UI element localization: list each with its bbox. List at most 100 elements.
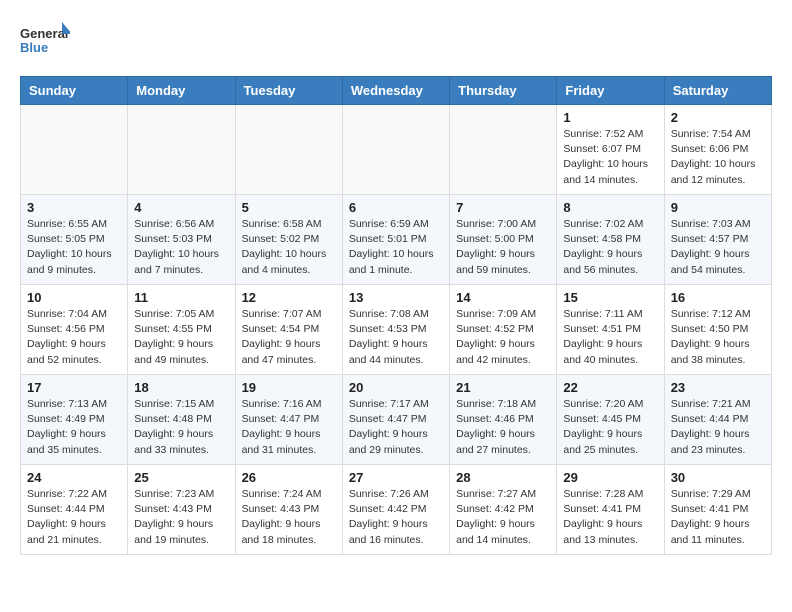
- calendar-cell: 29 Sunrise: 7:28 AM Sunset: 4:41 PM Dayli…: [557, 465, 664, 555]
- calendar-header-thursday: Thursday: [450, 77, 557, 105]
- calendar-header-tuesday: Tuesday: [235, 77, 342, 105]
- calendar-cell: [128, 105, 235, 195]
- day-number: 26: [242, 470, 336, 485]
- calendar-header-row: SundayMondayTuesdayWednesdayThursdayFrid…: [21, 77, 772, 105]
- calendar-cell: 1 Sunrise: 7:52 AM Sunset: 6:07 PM Daylig…: [557, 105, 664, 195]
- day-info: Sunrise: 7:18 AM Sunset: 4:46 PM Dayligh…: [456, 397, 550, 458]
- day-info: Sunrise: 7:02 AM Sunset: 4:58 PM Dayligh…: [563, 217, 657, 278]
- calendar-cell: 19 Sunrise: 7:16 AM Sunset: 4:47 PM Dayli…: [235, 375, 342, 465]
- day-number: 12: [242, 290, 336, 305]
- calendar-cell: 9 Sunrise: 7:03 AM Sunset: 4:57 PM Daylig…: [664, 195, 771, 285]
- calendar-cell: 21Sunrise: 7:18 AM Sunset: 4:46 PM Dayli…: [450, 375, 557, 465]
- calendar-cell: [342, 105, 449, 195]
- calendar-cell: [450, 105, 557, 195]
- calendar-cell: 13 Sunrise: 7:08 AM Sunset: 4:53 PM Dayli…: [342, 285, 449, 375]
- day-number: 18: [134, 380, 228, 395]
- calendar-cell: 8 Sunrise: 7:02 AM Sunset: 4:58 PM Daylig…: [557, 195, 664, 285]
- day-number: 8: [563, 200, 657, 215]
- day-info: Sunrise: 6:56 AM Sunset: 5:03 PM Dayligh…: [134, 217, 228, 278]
- day-number: 13: [349, 290, 443, 305]
- day-info: Sunrise: 7:29 AM Sunset: 4:41 PM Dayligh…: [671, 487, 765, 548]
- day-number: 4: [134, 200, 228, 215]
- calendar-week-row: 24Sunrise: 7:22 AM Sunset: 4:44 PM Dayli…: [21, 465, 772, 555]
- calendar-cell: 6 Sunrise: 6:59 AM Sunset: 5:01 PM Daylig…: [342, 195, 449, 285]
- calendar-cell: 26 Sunrise: 7:24 AM Sunset: 4:43 PM Dayli…: [235, 465, 342, 555]
- day-info: Sunrise: 7:11 AM Sunset: 4:51 PM Dayligh…: [563, 307, 657, 368]
- day-number: 19: [242, 380, 336, 395]
- calendar-week-row: 1 Sunrise: 7:52 AM Sunset: 6:07 PM Daylig…: [21, 105, 772, 195]
- day-number: 5: [242, 200, 336, 215]
- calendar-cell: 27 Sunrise: 7:26 AM Sunset: 4:42 PM Dayli…: [342, 465, 449, 555]
- day-number: 28: [456, 470, 550, 485]
- calendar-week-row: 17 Sunrise: 7:13 AM Sunset: 4:49 PM Dayli…: [21, 375, 772, 465]
- day-info: Sunrise: 7:08 AM Sunset: 4:53 PM Dayligh…: [349, 307, 443, 368]
- day-number: 17: [27, 380, 121, 395]
- calendar-header-friday: Friday: [557, 77, 664, 105]
- day-info: Sunrise: 7:23 AM Sunset: 4:43 PM Dayligh…: [134, 487, 228, 548]
- calendar-header-sunday: Sunday: [21, 77, 128, 105]
- day-info: Sunrise: 7:13 AM Sunset: 4:49 PM Dayligh…: [27, 397, 121, 458]
- calendar-cell: 5 Sunrise: 6:58 AM Sunset: 5:02 PM Daylig…: [235, 195, 342, 285]
- day-number: 14: [456, 290, 550, 305]
- day-number: 29: [563, 470, 657, 485]
- day-number: 30: [671, 470, 765, 485]
- day-info: Sunrise: 7:17 AM Sunset: 4:47 PM Dayligh…: [349, 397, 443, 458]
- calendar-table: SundayMondayTuesdayWednesdayThursdayFrid…: [20, 76, 772, 555]
- day-number: 10: [27, 290, 121, 305]
- day-number: 6: [349, 200, 443, 215]
- calendar-cell: 23 Sunrise: 7:21 AM Sunset: 4:44 PM Dayli…: [664, 375, 771, 465]
- day-number: 22: [563, 380, 657, 395]
- day-info: Sunrise: 7:15 AM Sunset: 4:48 PM Dayligh…: [134, 397, 228, 458]
- day-number: 9: [671, 200, 765, 215]
- calendar-header-wednesday: Wednesday: [342, 77, 449, 105]
- day-number: 24: [27, 470, 121, 485]
- page-header: General Blue: [20, 20, 772, 60]
- day-number: 7: [456, 200, 550, 215]
- calendar-cell: 11Sunrise: 7:05 AM Sunset: 4:55 PM Dayli…: [128, 285, 235, 375]
- calendar-cell: 3Sunrise: 6:55 AM Sunset: 5:05 PM Daylig…: [21, 195, 128, 285]
- day-number: 3: [27, 200, 121, 215]
- day-info: Sunrise: 7:52 AM Sunset: 6:07 PM Dayligh…: [563, 127, 657, 188]
- calendar-cell: 28 Sunrise: 7:27 AM Sunset: 4:42 PM Dayli…: [450, 465, 557, 555]
- calendar-cell: 20 Sunrise: 7:17 AM Sunset: 4:47 PM Dayli…: [342, 375, 449, 465]
- day-number: 25: [134, 470, 228, 485]
- day-info: Sunrise: 7:12 AM Sunset: 4:50 PM Dayligh…: [671, 307, 765, 368]
- day-info: Sunrise: 7:26 AM Sunset: 4:42 PM Dayligh…: [349, 487, 443, 548]
- day-info: Sunrise: 6:59 AM Sunset: 5:01 PM Dayligh…: [349, 217, 443, 278]
- day-info: Sunrise: 7:00 AM Sunset: 5:00 PM Dayligh…: [456, 217, 550, 278]
- calendar-cell: 2Sunrise: 7:54 AM Sunset: 6:06 PM Daylig…: [664, 105, 771, 195]
- calendar-header-monday: Monday: [128, 77, 235, 105]
- calendar-cell: 10 Sunrise: 7:04 AM Sunset: 4:56 PM Dayli…: [21, 285, 128, 375]
- day-info: Sunrise: 7:28 AM Sunset: 4:41 PM Dayligh…: [563, 487, 657, 548]
- day-info: Sunrise: 7:09 AM Sunset: 4:52 PM Dayligh…: [456, 307, 550, 368]
- logo-svg: General Blue: [20, 20, 70, 60]
- day-info: Sunrise: 6:58 AM Sunset: 5:02 PM Dayligh…: [242, 217, 336, 278]
- day-info: Sunrise: 7:21 AM Sunset: 4:44 PM Dayligh…: [671, 397, 765, 458]
- day-number: 20: [349, 380, 443, 395]
- calendar-week-row: 10 Sunrise: 7:04 AM Sunset: 4:56 PM Dayli…: [21, 285, 772, 375]
- calendar-cell: 22 Sunrise: 7:20 AM Sunset: 4:45 PM Dayli…: [557, 375, 664, 465]
- calendar-body: 1 Sunrise: 7:52 AM Sunset: 6:07 PM Daylig…: [21, 105, 772, 555]
- day-number: 23: [671, 380, 765, 395]
- day-info: Sunrise: 7:24 AM Sunset: 4:43 PM Dayligh…: [242, 487, 336, 548]
- day-number: 27: [349, 470, 443, 485]
- calendar-cell: 7 Sunrise: 7:00 AM Sunset: 5:00 PM Daylig…: [450, 195, 557, 285]
- calendar-cell: 17 Sunrise: 7:13 AM Sunset: 4:49 PM Dayli…: [21, 375, 128, 465]
- calendar-cell: [21, 105, 128, 195]
- calendar-cell: 16 Sunrise: 7:12 AM Sunset: 4:50 PM Dayli…: [664, 285, 771, 375]
- day-number: 2: [671, 110, 765, 125]
- logo: General Blue: [20, 20, 70, 60]
- calendar-week-row: 3Sunrise: 6:55 AM Sunset: 5:05 PM Daylig…: [21, 195, 772, 285]
- day-number: 1: [563, 110, 657, 125]
- calendar-header-saturday: Saturday: [664, 77, 771, 105]
- day-info: Sunrise: 7:03 AM Sunset: 4:57 PM Dayligh…: [671, 217, 765, 278]
- day-number: 16: [671, 290, 765, 305]
- day-info: Sunrise: 7:20 AM Sunset: 4:45 PM Dayligh…: [563, 397, 657, 458]
- day-info: Sunrise: 7:16 AM Sunset: 4:47 PM Dayligh…: [242, 397, 336, 458]
- day-info: Sunrise: 7:04 AM Sunset: 4:56 PM Dayligh…: [27, 307, 121, 368]
- day-info: Sunrise: 7:27 AM Sunset: 4:42 PM Dayligh…: [456, 487, 550, 548]
- calendar-cell: 30 Sunrise: 7:29 AM Sunset: 4:41 PM Dayli…: [664, 465, 771, 555]
- svg-text:General: General: [20, 26, 68, 41]
- day-number: 15: [563, 290, 657, 305]
- calendar-cell: 14 Sunrise: 7:09 AM Sunset: 4:52 PM Dayli…: [450, 285, 557, 375]
